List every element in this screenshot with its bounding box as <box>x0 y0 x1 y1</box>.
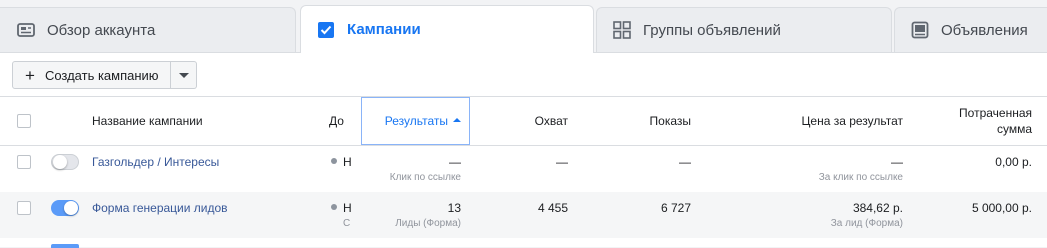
campaign-toggle[interactable] <box>51 200 79 216</box>
tab-ads[interactable]: Объявления <box>894 7 1047 52</box>
sort-ascending-icon <box>453 118 461 122</box>
cost-per-result-value: — <box>891 155 903 169</box>
reach-value: — <box>556 155 568 169</box>
table-row[interactable]: Форма генерации лидов Н С 13 Лиды (Форма… <box>0 192 1047 238</box>
column-header-reach[interactable]: Охват <box>470 97 577 145</box>
column-header-impressions[interactable]: Показы <box>578 97 700 145</box>
amount-spent-value: 0,00 р. <box>995 155 1032 169</box>
delivery-status: Н <box>343 201 352 215</box>
delivery-status: Н <box>343 155 352 169</box>
tab-campaigns[interactable]: Кампании <box>300 5 594 53</box>
amount-spent-value: 5 000,00 р. <box>971 201 1032 215</box>
column-header-spent-line2: сумма <box>996 122 1032 136</box>
tab-label: Группы объявлений <box>643 21 781 39</box>
cost-per-result-value: 384,62 р. <box>852 201 903 215</box>
row-checkbox[interactable] <box>17 201 31 215</box>
table-header: Название кампании До Результаты Охват По… <box>0 97 1047 146</box>
results-type: Клик по ссылке <box>389 172 461 183</box>
campaign-name-link[interactable]: Форма генерации лидов <box>92 201 228 215</box>
column-header-name[interactable]: Название кампании <box>92 97 317 145</box>
table-row[interactable]: Газгольдер / Интересы Н — Клик по ссылке… <box>0 146 1047 192</box>
column-header-delivery[interactable]: До <box>329 97 359 145</box>
column-header-results-label: Результаты <box>384 114 448 128</box>
cost-per-result-type: За лид (Форма) <box>830 218 903 229</box>
tab-label: Обзор аккаунта <box>47 21 156 39</box>
row-checkbox[interactable] <box>17 155 31 169</box>
plus-icon: + <box>25 65 35 85</box>
campaign-name-link[interactable]: Газгольдер / Интересы <box>92 155 219 169</box>
column-header-cost-per-result[interactable]: Цена за результат <box>701 97 911 145</box>
reach-value: 4 455 <box>537 201 568 215</box>
impressions-value: 6 727 <box>660 201 691 215</box>
grid-icon <box>613 21 631 39</box>
toggle-knob <box>53 155 67 169</box>
campaign-toggle[interactable] <box>51 244 79 248</box>
tab-bar: Обзор аккаунта Кампании Группы объявлени… <box>0 0 1047 53</box>
tab-label: Объявления <box>941 21 1028 39</box>
delivery-status-detail: С <box>343 218 351 229</box>
column-header-spent-line1: Потраченная <box>959 106 1032 120</box>
toolbar: + Создать кампанию <box>0 52 1047 97</box>
select-all-checkbox[interactable] <box>17 114 31 128</box>
ad-preview-icon <box>911 21 929 39</box>
campaign-toggle[interactable] <box>51 154 79 170</box>
cost-per-result-type: За клик по ссылке <box>818 172 903 183</box>
tab-label: Кампании <box>347 21 421 38</box>
create-campaign-button[interactable]: + Создать кампанию <box>12 61 171 89</box>
create-dropdown-button[interactable] <box>171 61 197 89</box>
campaigns-table: Название кампании До Результаты Охват По… <box>0 96 1047 248</box>
results-value: 13 <box>447 201 461 215</box>
delivery-status-dot <box>331 158 337 164</box>
column-header-amount-spent[interactable]: Потраченная сумма <box>912 97 1042 145</box>
delivery-status-dot <box>331 204 337 210</box>
results-type: Лиды (Форма) <box>395 218 461 229</box>
checkbox-checked-icon <box>317 21 335 39</box>
toggle-knob <box>64 201 78 215</box>
tab-ad-sets[interactable]: Группы объявлений <box>596 7 892 52</box>
impressions-value: — <box>679 155 691 169</box>
column-header-results[interactable]: Результаты <box>361 97 470 145</box>
tab-account-overview[interactable]: Обзор аккаунта <box>0 7 296 52</box>
account-overview-icon <box>17 21 35 39</box>
results-value: — <box>449 155 461 169</box>
chevron-down-icon <box>179 73 189 78</box>
create-campaign-label: Создать кампанию <box>44 67 159 83</box>
